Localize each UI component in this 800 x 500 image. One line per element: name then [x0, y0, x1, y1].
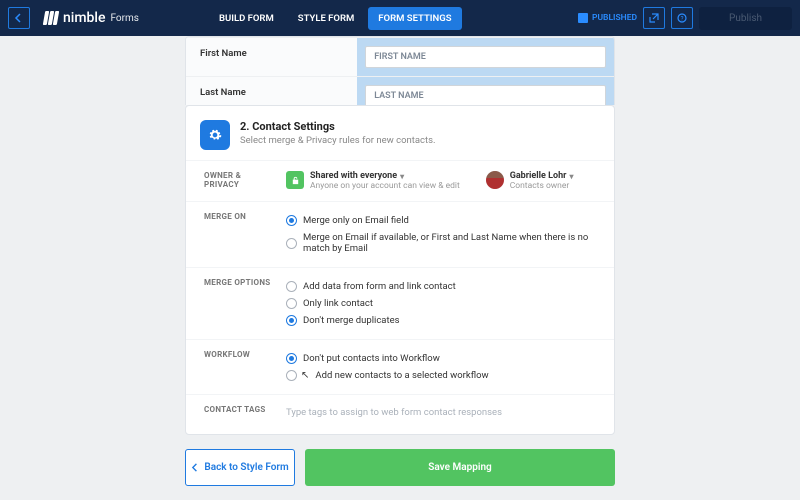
setting-label: MERGE ON [204, 212, 276, 257]
external-link-icon [649, 13, 659, 23]
owner-privacy-row: OWNER & PRIVACY Shared with everyone▾ An… [186, 160, 614, 201]
nav-tabs: BUILD FORM STYLE FORM FORM SETTINGS [209, 7, 462, 30]
tab-build-form[interactable]: BUILD FORM [209, 7, 284, 30]
setting-label: CONTACT TAGS [204, 405, 276, 420]
radio-icon [286, 215, 297, 226]
tab-form-settings[interactable]: FORM SETTINGS [368, 7, 461, 30]
merge-on-option[interactable]: Merge only on Email field [286, 212, 596, 229]
workflow-row: WORKFLOW Don't put contacts into Workflo… [186, 339, 614, 394]
product-name: nimble [63, 10, 106, 26]
footer-buttons: Back to Style Form Save Mapping [185, 449, 615, 486]
merge-options-row: MERGE OPTIONS Add data from form and lin… [186, 267, 614, 339]
help-button[interactable]: ? [671, 7, 693, 29]
radio-icon [286, 298, 297, 309]
section-header: 2. Contact Settings Select merge & Priva… [186, 106, 614, 160]
merge-on-option[interactable]: Merge on Email if available, or First an… [286, 229, 596, 257]
gear-icon [200, 120, 230, 150]
workflow-option[interactable]: Don't put contacts into Workflow [286, 350, 596, 367]
field-mapping-preview: First Name FIRST NAME Last Name LAST NAM… [185, 36, 615, 105]
merge-option[interactable]: Add data from form and link contact [286, 278, 596, 295]
field-mapped-value[interactable]: FIRST NAME [365, 46, 606, 68]
back-button[interactable] [8, 7, 30, 29]
workflow-option[interactable]: ↖Add new contacts to a selected workflow [286, 367, 596, 384]
radio-icon [286, 315, 297, 326]
setting-label: WORKFLOW [204, 350, 276, 384]
unlock-icon [286, 171, 304, 189]
field-label: First Name [186, 38, 357, 76]
owner-dropdown[interactable]: Gabrielle Lohr▾ Contacts owner [486, 171, 574, 191]
product-logo: nimble Forms [44, 10, 139, 26]
radio-icon [286, 238, 297, 249]
main-scroll: First Name FIRST NAME Last Name LAST NAM… [0, 36, 800, 500]
publish-button[interactable]: Publish [699, 7, 792, 30]
field-label: Last Name [186, 77, 357, 105]
merge-option[interactable]: Only link contact [286, 295, 596, 312]
logo-mark-icon [44, 11, 58, 25]
radio-icon [286, 370, 297, 381]
arrow-left-icon [191, 463, 200, 472]
tags-input[interactable]: Type tags to assign to web form contact … [286, 405, 596, 420]
radio-icon [286, 281, 297, 292]
app-header: nimble Forms BUILD FORM STYLE FORM FORM … [0, 0, 800, 36]
svg-text:?: ? [681, 16, 684, 23]
chevron-down-icon: ▾ [400, 172, 404, 181]
tab-style-form[interactable]: STYLE FORM [288, 7, 365, 30]
header-actions: PUBLISHED ? Publish [578, 7, 792, 30]
published-badge: PUBLISHED [578, 13, 637, 23]
field-row: Last Name LAST NAME [186, 76, 614, 105]
avatar [486, 171, 504, 189]
field-row: First Name FIRST NAME [186, 37, 614, 76]
save-mapping-button[interactable]: Save Mapping [305, 449, 615, 486]
product-sub: Forms [111, 13, 139, 24]
contact-tags-row: CONTACT TAGS Type tags to assign to web … [186, 394, 614, 434]
help-icon: ? [677, 13, 687, 23]
privacy-dropdown[interactable]: Shared with everyone▾ Anyone on your acc… [286, 171, 460, 191]
radio-icon [286, 353, 297, 364]
contact-settings-card: 2. Contact Settings Select merge & Priva… [185, 105, 615, 435]
field-mapped-value[interactable]: LAST NAME [365, 85, 606, 105]
cursor-icon: ↖ [301, 370, 309, 381]
section-subtitle: Select merge & Privacy rules for new con… [240, 135, 436, 146]
merge-on-row: MERGE ON Merge only on Email field Merge… [186, 201, 614, 267]
doc-icon [578, 13, 588, 23]
setting-label: OWNER & PRIVACY [204, 171, 276, 191]
merge-option[interactable]: Don't merge duplicates [286, 312, 596, 329]
arrow-left-icon [14, 13, 24, 23]
section-title: 2. Contact Settings [240, 120, 436, 133]
back-to-style-button[interactable]: Back to Style Form [185, 449, 295, 486]
chevron-down-icon: ▾ [569, 172, 573, 181]
setting-label: MERGE OPTIONS [204, 278, 276, 329]
external-link-button[interactable] [643, 7, 665, 29]
